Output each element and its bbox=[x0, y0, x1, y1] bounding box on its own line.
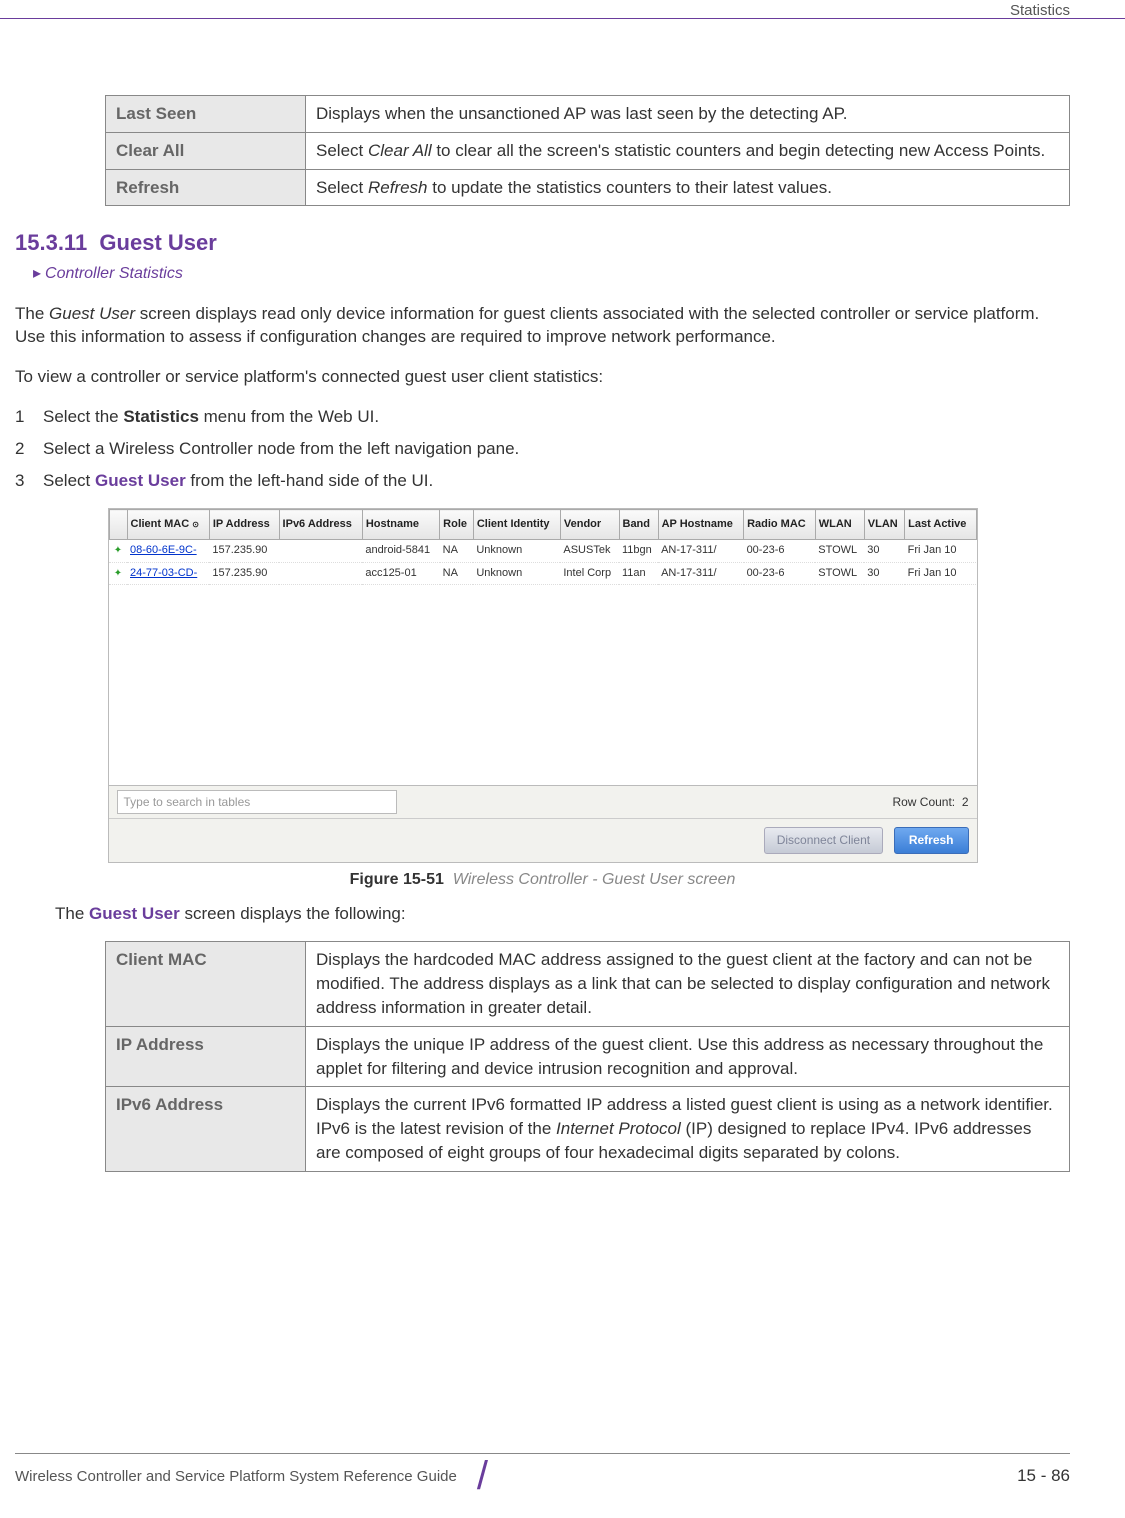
step-item: 3 Select Guest User from the left-hand s… bbox=[15, 469, 1070, 493]
table-row: Client MAC Displays the hardcoded MAC ad… bbox=[106, 942, 1070, 1026]
col-header[interactable]: Vendor bbox=[560, 510, 619, 540]
row-label: IP Address bbox=[106, 1026, 306, 1087]
row-desc: Displays the hardcoded MAC address assig… bbox=[306, 942, 1070, 1026]
guest-user-table: Client MAC ⊙ IP Address IPv6 Address Hos… bbox=[109, 509, 977, 784]
row-label: Last Seen bbox=[106, 96, 306, 133]
row-desc: Displays the current IPv6 formatted IP a… bbox=[306, 1087, 1070, 1171]
footer-guide-title: Wireless Controller and Service Platform… bbox=[15, 1466, 457, 1487]
table-row: Clear All Select Clear All to clear all … bbox=[106, 132, 1070, 169]
client-mac-link[interactable]: 24-77-03-CD- bbox=[130, 567, 197, 579]
top-definition-table: Last Seen Displays when the unsanctioned… bbox=[105, 95, 1070, 206]
col-header[interactable]: Client Identity bbox=[473, 510, 560, 540]
breadcrumb-arrow-icon: ▸ bbox=[33, 265, 41, 282]
row-label: IPv6 Address bbox=[106, 1087, 306, 1171]
col-header[interactable]: Last Active bbox=[905, 510, 976, 540]
refresh-button[interactable]: Refresh bbox=[894, 827, 969, 854]
table-row: IPv6 Address Displays the current IPv6 f… bbox=[106, 1087, 1070, 1171]
after-figure-text: The Guest User screen displays the follo… bbox=[55, 902, 1070, 926]
step-item: 2 Select a Wireless Controller node from… bbox=[15, 437, 1070, 461]
row-label: Refresh bbox=[106, 169, 306, 206]
header-section-label: Statistics bbox=[1010, 0, 1070, 21]
breadcrumb: ▸Controller Statistics bbox=[33, 263, 1070, 285]
client-status-icon: ✦ bbox=[114, 568, 122, 579]
table-search-input[interactable]: Type to search in tables bbox=[117, 790, 397, 815]
figure-caption: Figure 15-51 Wireless Controller - Guest… bbox=[15, 869, 1070, 891]
disconnect-client-button[interactable]: Disconnect Client bbox=[764, 827, 883, 854]
step-item: 1 Select the Statistics menu from the We… bbox=[15, 405, 1070, 429]
embedded-screenshot: Client MAC ⊙ IP Address IPv6 Address Hos… bbox=[108, 508, 978, 863]
col-header[interactable]: Role bbox=[440, 510, 474, 540]
client-status-icon: ✦ bbox=[114, 545, 122, 556]
bottom-definition-table: Client MAC Displays the hardcoded MAC ad… bbox=[105, 941, 1070, 1171]
table-row: Refresh Select Refresh to update the sta… bbox=[106, 169, 1070, 206]
row-label: Client MAC bbox=[106, 942, 306, 1026]
col-header[interactable]: IPv6 Address bbox=[279, 510, 362, 540]
lead-in-paragraph: To view a controller or service platform… bbox=[15, 365, 1070, 389]
procedure-steps: 1 Select the Statistics menu from the We… bbox=[15, 405, 1070, 492]
col-header[interactable]: Client MAC ⊙ bbox=[127, 510, 209, 540]
client-mac-link[interactable]: 08-60-6E-9C- bbox=[130, 544, 197, 556]
footer-divider-icon: / bbox=[477, 1466, 488, 1486]
col-header[interactable]: WLAN bbox=[815, 510, 864, 540]
table-row: IP Address Displays the unique IP addres… bbox=[106, 1026, 1070, 1087]
intro-paragraph: The Guest User screen displays read only… bbox=[15, 302, 1070, 350]
table-row[interactable]: ✦ 08-60-6E-9C- 157.235.90 android-5841 N… bbox=[109, 540, 976, 562]
col-header[interactable]: VLAN bbox=[864, 510, 904, 540]
row-desc: Select Refresh to update the statistics … bbox=[306, 169, 1070, 206]
section-heading: 15.3.11 Guest User bbox=[15, 228, 1070, 259]
table-row[interactable]: ✦ 24-77-03-CD- 157.235.90 acc125-01 NA U… bbox=[109, 562, 976, 584]
col-header-icon[interactable] bbox=[109, 510, 127, 540]
row-desc: Displays the unique IP address of the gu… bbox=[306, 1026, 1070, 1087]
footer-page-number: 15 - 86 bbox=[1017, 1464, 1070, 1488]
row-desc: Select Clear All to clear all the screen… bbox=[306, 132, 1070, 169]
row-desc: Displays when the unsanctioned AP was la… bbox=[306, 96, 1070, 133]
col-header[interactable]: Hostname bbox=[362, 510, 439, 540]
col-header[interactable]: Band bbox=[619, 510, 658, 540]
col-header[interactable]: IP Address bbox=[209, 510, 279, 540]
row-label: Clear All bbox=[106, 132, 306, 169]
table-row: Last Seen Displays when the unsanctioned… bbox=[106, 96, 1070, 133]
col-header[interactable]: AP Hostname bbox=[658, 510, 744, 540]
row-count-label: Row Count: 2 bbox=[892, 794, 968, 811]
col-header[interactable]: Radio MAC bbox=[744, 510, 816, 540]
